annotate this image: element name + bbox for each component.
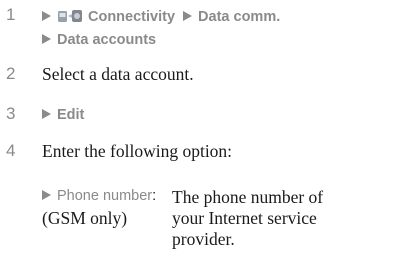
menu-item-data-comm: Data comm.	[198, 9, 281, 25]
option-colon: :	[152, 188, 157, 204]
arrow-icon	[42, 11, 51, 21]
menu-item-data-accounts: Data accounts	[57, 32, 157, 48]
arrow-icon	[183, 11, 193, 21]
step-number: 1	[6, 5, 16, 24]
menu-item-connectivity: Connectivity	[88, 9, 176, 25]
step-number: 2	[6, 64, 16, 83]
option-description-line: The phone number of	[172, 187, 324, 207]
menu-path-line-2: Data accounts	[42, 32, 156, 48]
arrow-icon	[42, 190, 51, 200]
option-note: (GSM only)	[42, 208, 128, 228]
connectivity-icon	[58, 10, 82, 22]
option-name: Phone number	[57, 188, 153, 204]
menu-path-edit: Edit	[42, 107, 84, 123]
option-description-line: provider.	[172, 229, 235, 249]
menu-path-line-1: Connectivity Data comm.	[42, 8, 280, 25]
arrow-icon	[42, 109, 51, 119]
step-text: Select a data account.	[42, 64, 194, 84]
step-number: 3	[6, 104, 16, 123]
arrow-icon	[42, 34, 51, 44]
option-term: Phone number:	[42, 188, 156, 204]
option-description-line: your Internet service	[172, 208, 317, 228]
menu-item-edit: Edit	[57, 107, 85, 123]
step-number: 4	[6, 141, 16, 160]
step-text: Enter the following option:	[42, 141, 233, 161]
